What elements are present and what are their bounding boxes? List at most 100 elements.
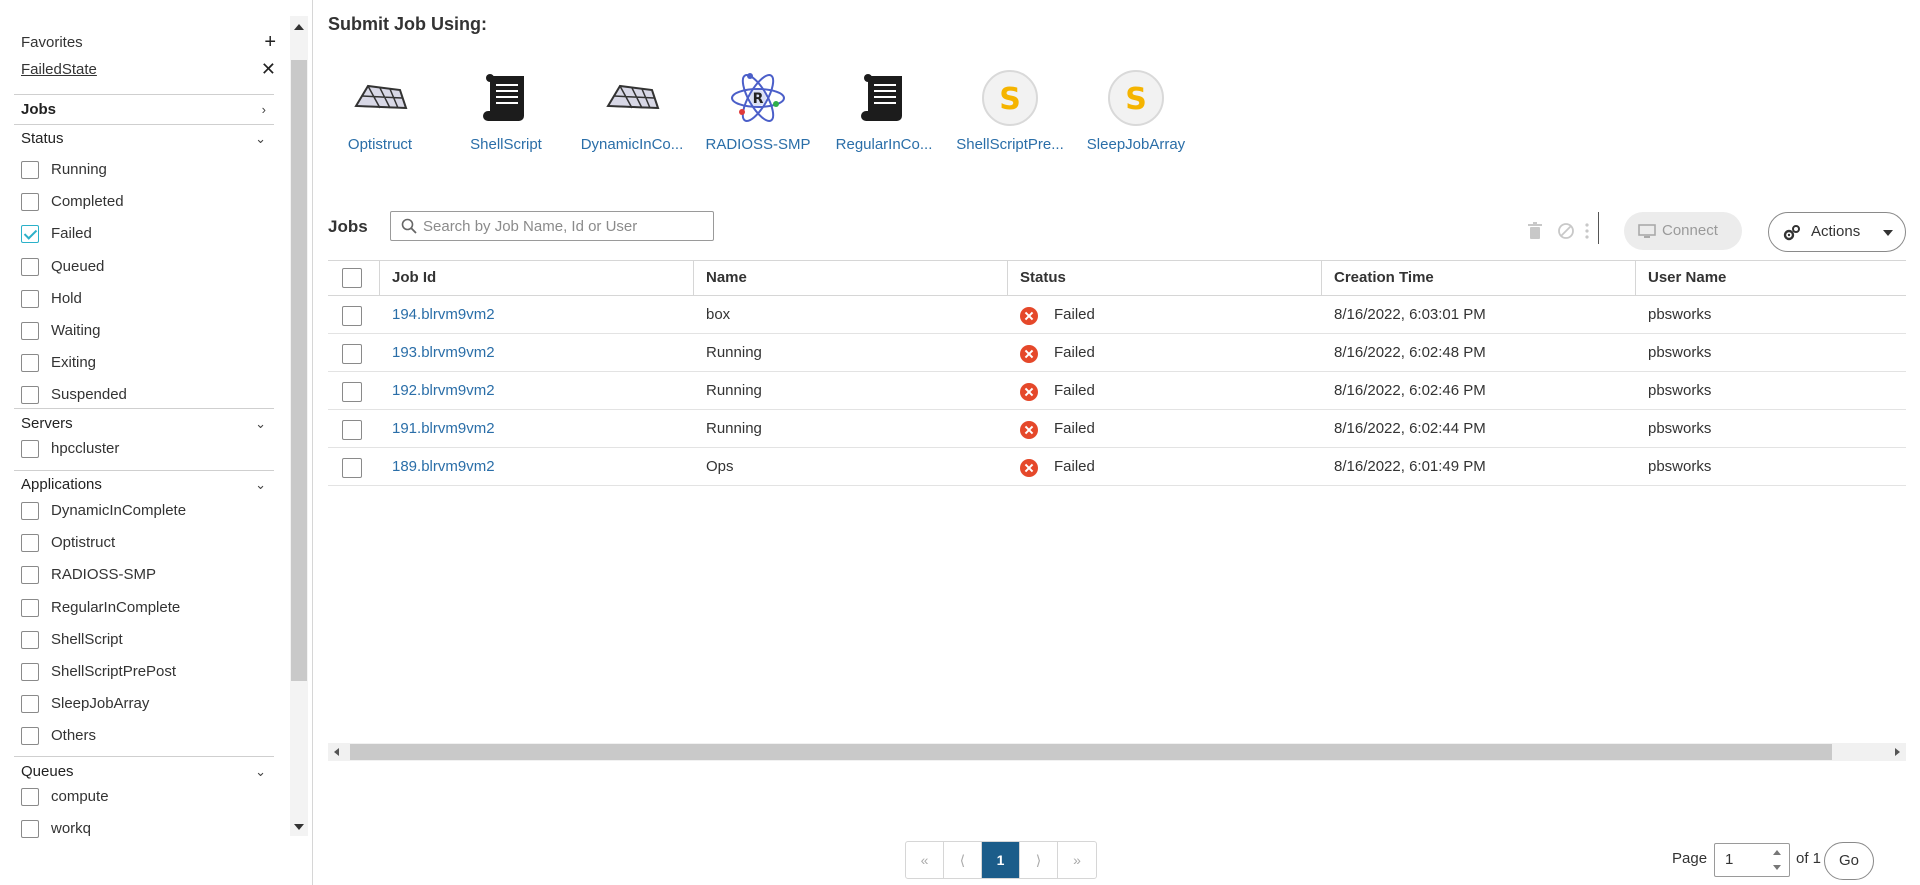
- app-tile-label[interactable]: SleepJobArray: [1076, 136, 1196, 153]
- app-tile-radioss-smp[interactable]: R RADIOSS-SMP: [698, 68, 818, 168]
- first-page-button[interactable]: «: [906, 842, 944, 878]
- select-all-checkbox[interactable]: [342, 268, 362, 288]
- job-search-box[interactable]: [390, 211, 714, 241]
- app-tile-label[interactable]: DynamicInCo...: [572, 136, 692, 153]
- filter-option-regularincomplete[interactable]: RegularInComplete: [21, 597, 276, 621]
- app-tile-sleepjobarray[interactable]: S SleepJobArray: [1076, 68, 1196, 168]
- cancel-icon[interactable]: [1557, 222, 1575, 240]
- filter-checkbox[interactable]: [21, 534, 39, 553]
- filter-checkbox[interactable]: [21, 354, 39, 373]
- column-header-user-name[interactable]: User Name: [1636, 261, 1906, 296]
- queues-section-header[interactable]: Queues ⌄: [21, 761, 276, 783]
- increment-icon[interactable]: [1773, 850, 1781, 855]
- filter-option-shellscript[interactable]: ShellScript: [21, 629, 276, 653]
- filter-option-sleepjobarray[interactable]: SleepJobArray: [21, 693, 276, 717]
- filter-checkbox[interactable]: [21, 257, 39, 276]
- filter-checkbox[interactable]: [21, 727, 39, 746]
- filter-option-queued[interactable]: Queued: [21, 256, 276, 280]
- filter-option-dynamicincomplete[interactable]: DynamicInComplete: [21, 500, 276, 524]
- page-number-stepper[interactable]: [1714, 843, 1790, 877]
- applications-section-header[interactable]: Applications ⌄: [21, 474, 276, 496]
- connect-button[interactable]: Connect: [1624, 212, 1742, 250]
- column-header-name[interactable]: Name: [694, 261, 1008, 296]
- filter-option-optistruct[interactable]: Optistruct: [21, 532, 276, 556]
- filter-checkbox[interactable]: [21, 289, 39, 308]
- filter-option-workq[interactable]: workq: [21, 818, 276, 842]
- job-id-link[interactable]: 192.blrvm9vm2: [392, 382, 495, 399]
- filter-option-compute[interactable]: compute: [21, 786, 276, 810]
- column-header-status[interactable]: Status: [1008, 261, 1322, 296]
- row-checkbox[interactable]: [342, 344, 362, 364]
- filter-checkbox[interactable]: [21, 788, 39, 806]
- add-favorite-icon[interactable]: +: [264, 32, 276, 52]
- table-row[interactable]: 192.blrvm9vm2 Running Failed 8/16/2022, 6:0…: [328, 372, 1906, 410]
- filter-checkbox[interactable]: [21, 502, 39, 520]
- row-checkbox[interactable]: [342, 458, 362, 478]
- app-tile-label[interactable]: RegularInCo...: [824, 136, 944, 153]
- filter-checkbox[interactable]: [21, 566, 39, 585]
- app-tile-label[interactable]: Optistruct: [320, 136, 440, 153]
- jobs-section-header[interactable]: Jobs ›: [21, 99, 276, 121]
- job-id-link[interactable]: 189.blrvm9vm2: [392, 458, 495, 475]
- table-row[interactable]: 189.blrvm9vm2 Ops Failed 8/16/2022, 6:01:49…: [328, 448, 1906, 486]
- column-header-creation-time[interactable]: Creation Time: [1322, 261, 1636, 296]
- filter-checkbox[interactable]: [21, 440, 39, 458]
- row-checkbox[interactable]: [342, 382, 362, 402]
- scroll-right-icon[interactable]: [1895, 748, 1900, 756]
- prev-page-button[interactable]: ⟨: [944, 842, 982, 878]
- job-id-link[interactable]: 191.blrvm9vm2: [392, 420, 495, 437]
- scroll-up-icon[interactable]: [294, 24, 304, 30]
- filter-checkbox[interactable]: [21, 322, 39, 340]
- filter-checkbox[interactable]: [21, 695, 39, 714]
- filter-checkbox[interactable]: [21, 193, 39, 212]
- filter-checkbox[interactable]: [21, 598, 39, 617]
- filter-checkbox[interactable]: [21, 820, 39, 838]
- next-page-button[interactable]: ⟩: [1020, 842, 1058, 878]
- row-checkbox[interactable]: [342, 420, 362, 440]
- actions-button[interactable]: Actions: [1768, 212, 1906, 252]
- filter-option-hold[interactable]: Hold: [21, 288, 276, 312]
- table-row[interactable]: 193.blrvm9vm2 Running Failed 8/16/2022, 6:0…: [328, 334, 1906, 372]
- decrement-icon[interactable]: [1773, 865, 1781, 870]
- filter-checkbox[interactable]: [21, 225, 39, 244]
- page-number-input[interactable]: [1723, 850, 1771, 869]
- table-row[interactable]: 191.blrvm9vm2 Running Failed 8/16/2022, 6:0…: [328, 410, 1906, 448]
- app-tile-optistruct[interactable]: Optistruct: [320, 68, 440, 168]
- column-header-job-id[interactable]: Job Id: [380, 261, 694, 296]
- scroll-down-icon[interactable]: [294, 824, 304, 830]
- table-row[interactable]: 194.blrvm9vm2 box Failed 8/16/2022, 6:03:01…: [328, 296, 1906, 334]
- app-tile-shellscript[interactable]: ShellScript: [446, 68, 566, 168]
- filter-option-radioss-smp[interactable]: RADIOSS-SMP: [21, 564, 276, 588]
- app-tile-label[interactable]: ShellScript: [446, 136, 566, 153]
- scrollbar-thumb[interactable]: [350, 744, 1832, 760]
- app-tile-regularinco[interactable]: RegularInCo...: [824, 68, 944, 168]
- scrollbar-thumb[interactable]: [291, 60, 307, 681]
- filter-option-exiting[interactable]: Exiting: [21, 352, 276, 376]
- go-button[interactable]: Go: [1824, 842, 1874, 880]
- app-tile-label[interactable]: ShellScriptPre...: [950, 136, 1070, 153]
- more-options-icon[interactable]: [1578, 222, 1596, 240]
- last-page-button[interactable]: »: [1058, 842, 1096, 878]
- filter-option-hpccluster[interactable]: hpccluster: [21, 438, 276, 462]
- filter-option-waiting[interactable]: Waiting: [21, 320, 276, 344]
- servers-section-header[interactable]: Servers ⌄: [21, 413, 276, 435]
- job-search-input[interactable]: [421, 215, 709, 237]
- filter-option-shellscriptprepost[interactable]: ShellScriptPrePost: [21, 661, 276, 685]
- filter-option-others[interactable]: Others: [21, 725, 276, 749]
- filter-option-completed[interactable]: Completed: [21, 191, 276, 215]
- table-horizontal-scrollbar[interactable]: [328, 743, 1906, 761]
- filter-checkbox[interactable]: [21, 630, 39, 649]
- favorite-link-failedstate[interactable]: FailedState: [21, 61, 97, 78]
- job-id-link[interactable]: 194.blrvm9vm2: [392, 306, 495, 323]
- current-page-button[interactable]: 1: [982, 842, 1020, 878]
- filter-checkbox[interactable]: [21, 663, 39, 681]
- row-checkbox[interactable]: [342, 306, 362, 326]
- delete-icon[interactable]: [1526, 222, 1544, 240]
- remove-favorite-icon[interactable]: ✕: [261, 59, 276, 79]
- status-section-header[interactable]: Status ⌄: [21, 128, 276, 150]
- job-id-link[interactable]: 193.blrvm9vm2: [392, 344, 495, 361]
- app-tile-label[interactable]: RADIOSS-SMP: [698, 136, 818, 153]
- filter-checkbox[interactable]: [21, 161, 39, 179]
- filter-checkbox[interactable]: [21, 386, 39, 405]
- filter-option-running[interactable]: Running: [21, 159, 276, 183]
